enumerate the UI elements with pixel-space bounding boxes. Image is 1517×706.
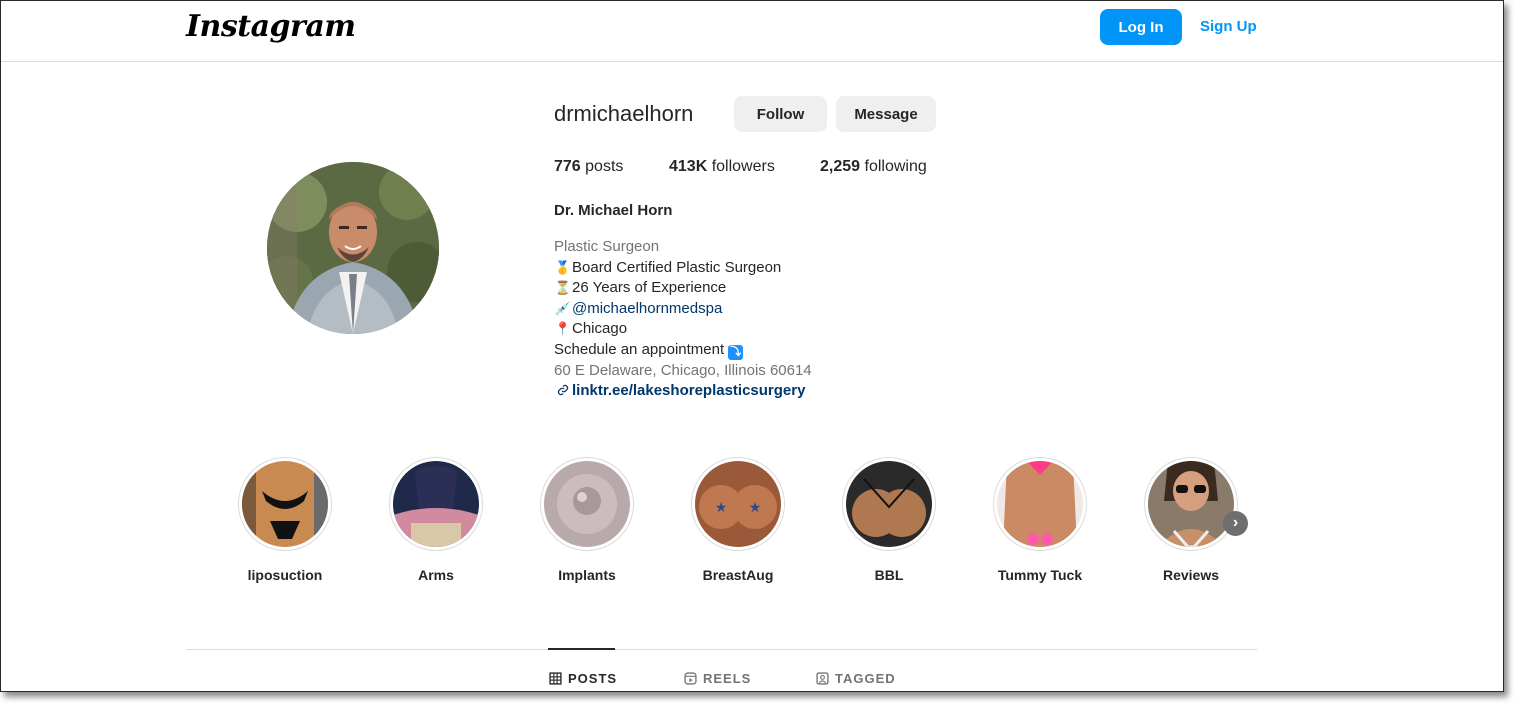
highlight-cover [544,461,630,547]
profile-category: Plastic Surgeon [554,238,660,255]
bio-line-board: 🥇Board Certified Plastic Surgeon [554,258,812,279]
highlight-label: liposuction [247,567,323,583]
tab-posts[interactable]: POSTS [549,671,617,686]
highlight-label: BBL [874,567,904,583]
profile-full-name: Dr. Michael Horn [554,202,673,219]
tab-tagged-label: TAGGED [835,671,896,686]
syringe-icon: 💉 [554,300,572,316]
highlight-ring [842,457,936,551]
story-highlight[interactable]: Implants [538,457,636,583]
bio-schedule-text: Schedule an appointment [554,340,725,358]
bio-experience-text: 26 Years of Experience [572,279,727,297]
story-highlight[interactable]: BBL [840,457,938,583]
following-count: 2,259 [820,158,861,175]
svg-text:★: ★ [749,499,762,515]
bio-city-text: Chicago [572,320,628,338]
tab-reels[interactable]: REELS [684,671,751,686]
tab-tagged[interactable]: TAGGED [816,671,896,686]
posts-count: 776 [554,158,581,175]
bio-board-text: Board Certified Plastic Surgeon [572,258,782,276]
following-count-stat[interactable]: 2,259 following [820,158,927,176]
highlight-ring [540,457,634,551]
followers-count-stat[interactable]: 413K followers [669,158,775,176]
story-highlight[interactable]: Tummy Tuck [991,457,1089,583]
active-tab-indicator [548,648,615,650]
profile-bio: Plastic Surgeon 🥇Board Certified Plastic… [554,237,812,402]
followers-label: followers [711,158,775,175]
sign-up-link[interactable]: Sign Up [1200,18,1257,35]
story-highlight[interactable]: ★ ★ BreastAug [689,457,787,583]
highlight-cover [1148,461,1234,547]
highlight-ring [1144,457,1238,551]
bio-line-experience: ⏳26 Years of Experience [554,278,812,299]
highlight-cover [242,461,328,547]
external-link-row[interactable]: linktr.ee/lakeshoreplasticsurgery [554,381,812,402]
highlight-cover [393,461,479,547]
highlight-label: Arms [418,567,454,583]
link-icon [554,381,572,402]
profile-username: drmichaelhorn [554,101,694,126]
bio-line-schedule: Schedule an appointment ⤵ [554,340,812,361]
svg-text:★: ★ [715,499,728,515]
tab-reels-label: REELS [703,671,752,686]
following-label: following [864,158,927,175]
browser-viewport: Instagram Log In Sign Up drmichaelhorn F… [0,0,1504,692]
highlight-ring [993,457,1087,551]
highlight-label: Implants [558,567,616,583]
posts-label: posts [585,158,624,175]
highlight-label: BreastAug [702,567,774,583]
instagram-logo[interactable]: Instagram [186,9,356,44]
profile-photo-image [267,162,439,334]
highlight-ring: ★ ★ [691,457,785,551]
bio-line-city: 📍Chicago [554,319,812,340]
highlight-cover [997,461,1083,547]
follow-button[interactable]: Follow [734,96,827,132]
highlight-label: Tummy Tuck [997,567,1083,583]
medal-icon: 🥇 [554,259,572,275]
story-highlight[interactable]: Arms [387,457,485,583]
message-button[interactable]: Message [836,96,936,132]
down-arrow-icon: ⤵ [728,344,744,360]
highlight-cover [846,461,932,547]
log-in-button[interactable]: Log In [1100,9,1182,45]
story-highlight[interactable]: liposuction [236,457,334,583]
highlight-label: Reviews [1162,567,1220,583]
tagged-person-icon [816,672,829,685]
grid-icon [549,672,562,685]
hourglass-icon: ⏳ [554,280,572,296]
tabs-divider [186,649,1257,650]
highlight-ring [238,457,332,551]
business-address[interactable]: 60 E Delaware, Chicago, Illinois 60614 [554,361,812,382]
external-link[interactable]: linktr.ee/lakeshoreplasticsurgery [572,382,805,399]
highlight-cover: ★ ★ [695,461,781,547]
bio-line-medspa: 💉@michaelhornmedspa [554,299,812,320]
reels-icon [684,672,697,685]
medspa-mention-link[interactable]: @michaelhornmedspa [572,300,722,317]
posts-count-stat: 776 posts [554,158,623,176]
top-navigation-bar: Instagram Log In Sign Up [1,1,1503,62]
profile-avatar[interactable] [267,162,439,334]
tab-posts-label: POSTS [568,671,618,686]
followers-count: 413K [669,158,708,175]
highlight-ring [389,457,483,551]
highlights-next-arrow-icon[interactable]: › [1223,511,1248,536]
pushpin-icon: 📍 [554,321,572,337]
